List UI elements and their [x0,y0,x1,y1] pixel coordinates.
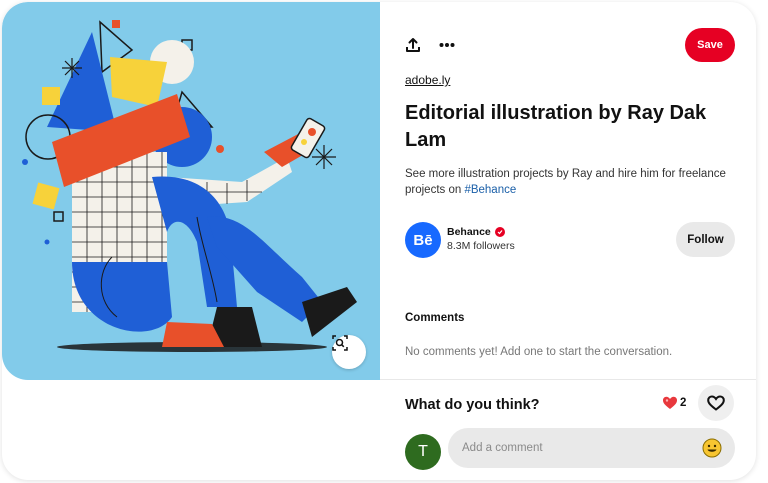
more-options-button[interactable] [436,34,458,56]
creator-name-row[interactable]: Behance [447,226,505,238]
hashtag-link[interactable]: #Behance [464,184,516,196]
pin-details-panel: Save adobe.ly Editorial illustration by … [380,2,756,480]
illustration [22,20,357,352]
divider [380,379,756,380]
description-text: See more illustration projects by Ray an… [405,168,726,196]
save-button[interactable]: Save [685,28,735,62]
comment-input[interactable] [448,428,735,468]
visual-search-button[interactable] [332,335,366,369]
creator-avatar[interactable]: Bē [405,222,441,258]
emoji-icon[interactable] [702,438,722,458]
heart-outline-icon [707,395,725,411]
creator-name[interactable]: Behance [447,226,491,238]
reaction-count[interactable]: 2 [680,397,686,409]
feedback-prompt: What do you think? [405,397,540,413]
pin-card: Save adobe.ly Editorial illustration by … [2,2,756,480]
share-button[interactable] [402,34,424,56]
verified-badge-icon [494,227,505,237]
comments-heading: Comments [405,312,465,324]
follow-button[interactable]: Follow [676,222,735,257]
react-button[interactable] [698,385,734,421]
comments-empty-message: No comments yet! Add one to start the co… [405,346,673,358]
user-avatar[interactable]: T [405,434,441,470]
pin-image[interactable] [2,2,380,380]
pin-title: Editorial illustration by Ray Dak Lam [405,102,707,151]
source-link[interactable]: adobe.ly [405,73,450,87]
share-icon [406,38,420,52]
more-options-icon [439,43,455,47]
pin-description: See more illustration projects by Ray an… [405,166,745,198]
creator-followers: 8.3M followers [447,240,515,252]
heart-reaction-icon[interactable] [662,395,678,411]
visual-search-icon [332,335,348,351]
